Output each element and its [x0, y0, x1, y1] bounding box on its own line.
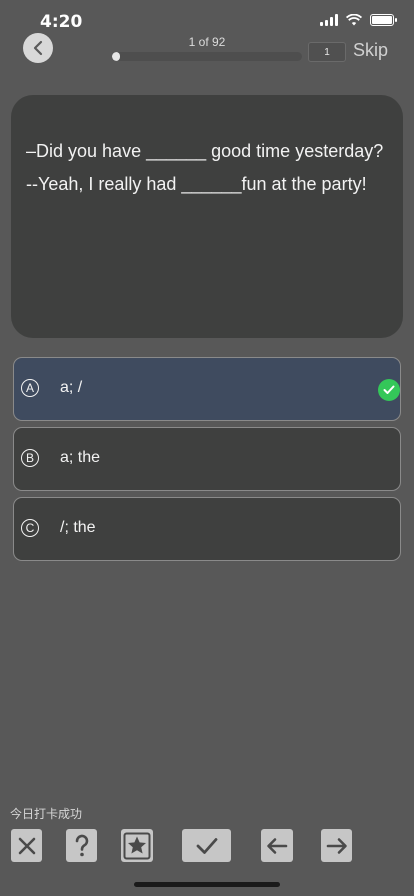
- page-number-box[interactable]: 1: [308, 42, 346, 62]
- submit-button[interactable]: [182, 829, 231, 862]
- question-mark-icon: [75, 834, 88, 856]
- favorite-button[interactable]: [121, 829, 153, 862]
- question-line-2: --Yeah, I really had ______fun at the pa…: [26, 174, 367, 194]
- hint-button[interactable]: [66, 829, 97, 862]
- arrow-left-icon: [267, 837, 288, 854]
- close-button[interactable]: [11, 829, 42, 862]
- previous-button[interactable]: [261, 829, 293, 862]
- next-button[interactable]: [321, 829, 352, 862]
- arrow-right-icon: [326, 837, 347, 854]
- option-c[interactable]: C /; the: [13, 497, 401, 561]
- option-b[interactable]: B a; the: [13, 427, 401, 491]
- checkmark-icon: [196, 837, 217, 854]
- option-text: /; the: [60, 519, 96, 536]
- option-letter-badge: A: [21, 379, 39, 397]
- progress-bar-fill: [112, 52, 121, 61]
- back-button[interactable]: [23, 33, 53, 63]
- correct-check-icon: [378, 379, 400, 401]
- option-a[interactable]: A a; /: [13, 357, 401, 421]
- status-time: 4:20: [40, 12, 83, 32]
- battery-icon: [370, 14, 397, 26]
- star-icon: [123, 832, 151, 859]
- option-text: a; the: [60, 449, 101, 466]
- wifi-icon: [346, 14, 362, 26]
- progress-bar: [112, 52, 302, 61]
- question-line-1: –Did you have ______ good time yesterday…: [26, 141, 384, 161]
- home-indicator[interactable]: [134, 882, 280, 887]
- question-card: –Did you have ______ good time yesterday…: [11, 95, 403, 338]
- skip-button[interactable]: Skip: [353, 40, 388, 61]
- chevron-left-icon: [33, 40, 43, 56]
- close-icon: [18, 837, 35, 854]
- checkin-status-text: 今日打卡成功: [10, 807, 83, 821]
- option-letter-badge: B: [21, 449, 39, 467]
- cellular-signal-icon: [320, 14, 338, 26]
- option-letter-badge: C: [21, 519, 39, 537]
- option-text: a; /: [60, 379, 83, 396]
- status-icons: [320, 14, 397, 26]
- progress-label: 1 of 92: [188, 35, 226, 49]
